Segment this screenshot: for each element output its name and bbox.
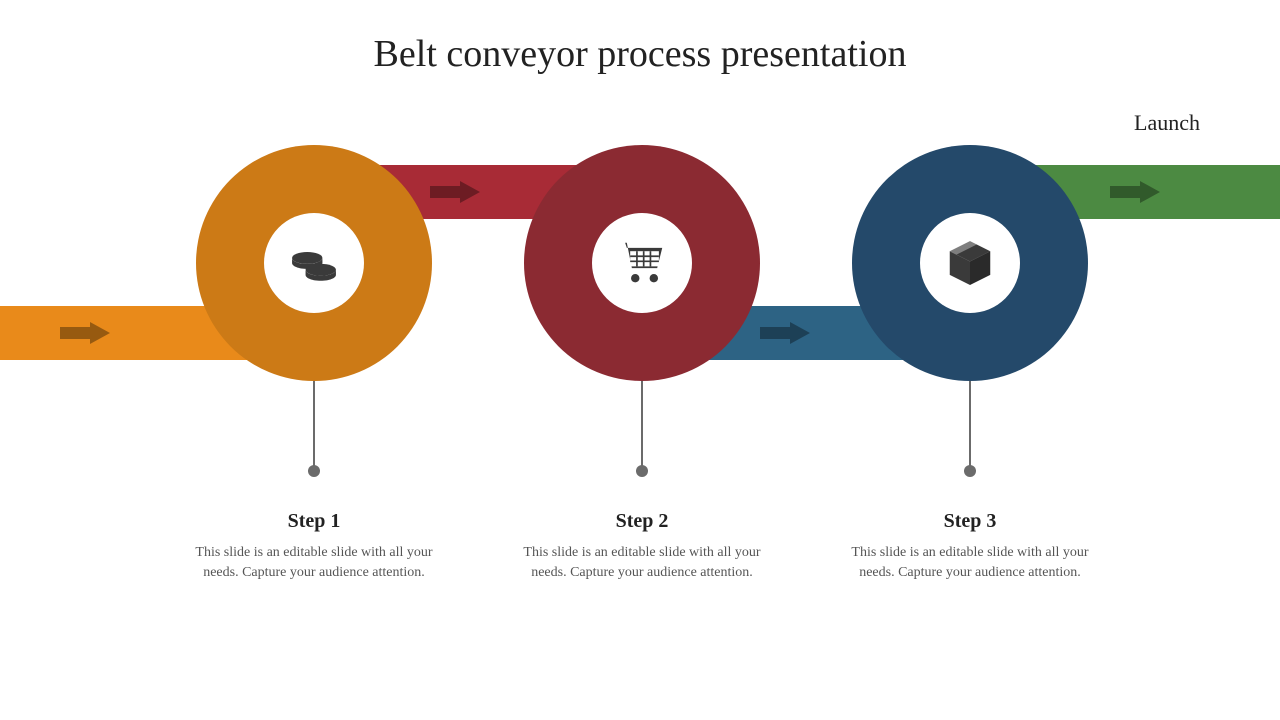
slide: Belt conveyor process presentation Launc… bbox=[0, 0, 1280, 720]
step-circle-1 bbox=[196, 145, 432, 381]
step-block-3: Step 3 This slide is an editable slide w… bbox=[850, 510, 1090, 584]
step-label: Step 1 bbox=[194, 510, 434, 533]
cart-icon bbox=[615, 236, 669, 290]
step-block-1: Step 1 This slide is an editable slide w… bbox=[194, 510, 434, 584]
lead-line-2 bbox=[641, 381, 643, 471]
icon-badge bbox=[592, 213, 692, 313]
icon-badge bbox=[920, 213, 1020, 313]
launch-label: Launch bbox=[1134, 110, 1200, 136]
step-block-2: Step 2 This slide is an editable slide w… bbox=[522, 510, 762, 584]
arrow-icon bbox=[760, 322, 810, 344]
slide-title: Belt conveyor process presentation bbox=[0, 32, 1280, 76]
arrow-icon bbox=[430, 181, 480, 203]
step-desc: This slide is an editable slide with all… bbox=[522, 543, 762, 584]
coins-icon bbox=[287, 236, 341, 290]
step-circle-2 bbox=[524, 145, 760, 381]
lead-line-1 bbox=[313, 381, 315, 471]
step-circle-3 bbox=[852, 145, 1088, 381]
step-label: Step 2 bbox=[522, 510, 762, 533]
box-icon bbox=[943, 236, 997, 290]
arrow-icon bbox=[1110, 181, 1160, 203]
step-desc: This slide is an editable slide with all… bbox=[850, 543, 1090, 584]
step-desc: This slide is an editable slide with all… bbox=[194, 543, 434, 584]
icon-badge bbox=[264, 213, 364, 313]
step-label: Step 3 bbox=[850, 510, 1090, 533]
arrow-icon bbox=[60, 322, 110, 344]
lead-line-3 bbox=[969, 381, 971, 471]
